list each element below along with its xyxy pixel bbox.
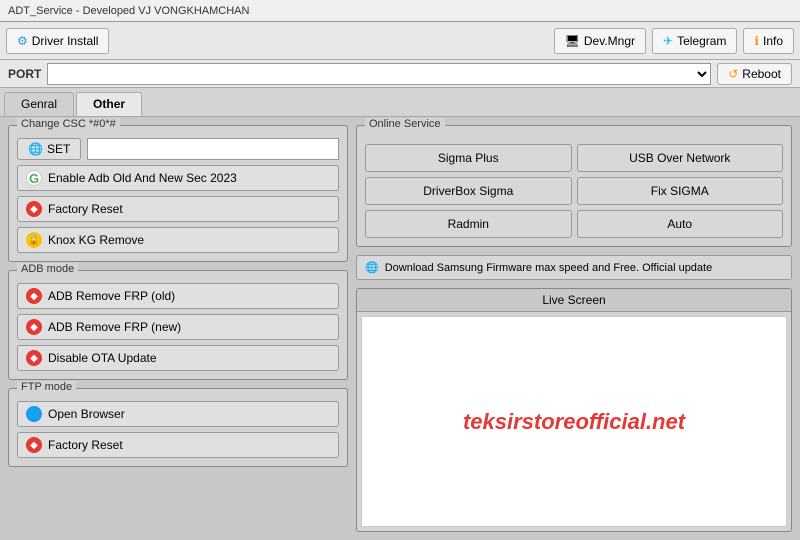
tab-other[interactable]: Other <box>76 92 142 116</box>
download-bar-text: Download Samsung Firmware max speed and … <box>385 262 713 274</box>
adb-remove-frp-old-button[interactable]: ◆ ADB Remove FRP (old) <box>17 283 339 309</box>
ftp-factory-reset-label: Factory Reset <box>48 438 123 452</box>
telegram-icon: ✈ <box>663 34 673 48</box>
ftp-section-title: FTP mode <box>17 381 76 393</box>
enable-adb-label: Enable Adb Old And New Sec 2023 <box>48 171 237 185</box>
adb-section-content: ◆ ADB Remove FRP (old) ◆ ADB Remove FRP … <box>17 283 339 371</box>
download-bar[interactable]: 🌐 Download Samsung Firmware max speed an… <box>356 255 792 280</box>
info-label: Info <box>763 34 783 48</box>
port-label: PORT <box>8 67 41 81</box>
csc-section-title: Change CSC *#0*# <box>17 118 120 130</box>
google-icon: G <box>26 170 42 186</box>
telegram-label: Telegram <box>677 34 726 48</box>
ftp-section: FTP mode 🌐 Open Browser ◆ Factory Reset <box>8 388 348 467</box>
reboot-icon: ↺ <box>728 67 738 81</box>
disable-ota-label: Disable OTA Update <box>48 351 157 365</box>
title-bar: ADT_Service - Developed VJ VONGKHAMCHAN <box>0 0 800 22</box>
tabs: Genral Other <box>0 88 800 117</box>
factory-reset-button[interactable]: ◆ Factory Reset <box>17 196 339 222</box>
driver-install-button[interactable]: ⚙ Driver Install <box>6 28 109 54</box>
driver-install-label: Driver Install <box>32 34 99 48</box>
frp-new-icon: ◆ <box>26 319 42 335</box>
title-text: ADT_Service - Developed VJ VONGKHAMCHAN <box>8 5 249 17</box>
download-globe-icon: 🌐 <box>365 261 379 274</box>
csc-section: Change CSC *#0*# 🌐 SET G Enable Adb Old … <box>8 125 348 262</box>
csc-input[interactable] <box>87 138 339 160</box>
left-panel: Change CSC *#0*# 🌐 SET G Enable Adb Old … <box>8 125 348 532</box>
sigma-plus-button[interactable]: Sigma Plus <box>365 144 572 172</box>
sigma-plus-label: Sigma Plus <box>438 151 499 165</box>
driverbox-sigma-label: DriverBox Sigma <box>423 184 513 198</box>
auto-button[interactable]: Auto <box>577 210 784 238</box>
live-screen-content: teksirstoreofficial.net <box>361 316 787 527</box>
live-screen-box: Live Screen teksirstoreofficial.net <box>356 288 792 532</box>
live-screen-title: Live Screen <box>357 289 791 312</box>
factory-reset-label: Factory Reset <box>48 202 123 216</box>
ftp-factory-reset-button[interactable]: ◆ Factory Reset <box>17 432 339 458</box>
radmin-button[interactable]: Radmin <box>365 210 572 238</box>
adb-section-title: ADB mode <box>17 263 78 275</box>
online-section-title: Online Service <box>365 118 445 130</box>
knox-remove-label: Knox KG Remove <box>48 233 144 247</box>
browser-icon: 🌐 <box>26 406 42 422</box>
csc-section-content: 🌐 SET G Enable Adb Old And New Sec 2023 … <box>17 138 339 253</box>
disable-ota-button[interactable]: ◆ Disable OTA Update <box>17 345 339 371</box>
frp-old-icon: ◆ <box>26 288 42 304</box>
adb-section: ADB mode ◆ ADB Remove FRP (old) ◆ ADB Re… <box>8 270 348 380</box>
reboot-button[interactable]: ↺ Reboot <box>717 63 792 85</box>
live-screen-watermark: teksirstoreofficial.net <box>463 409 685 435</box>
usb-over-network-label: USB Over Network <box>629 151 730 165</box>
usb-over-network-button[interactable]: USB Over Network <box>577 144 784 172</box>
toolbar: ⚙ Driver Install 🖥 Dev.Mngr ✈ Telegram ℹ… <box>0 22 800 60</box>
fix-sigma-label: Fix SIGMA <box>651 184 709 198</box>
globe-icon: 🌐 <box>28 142 43 156</box>
fix-sigma-button[interactable]: Fix SIGMA <box>577 177 784 205</box>
csc-set-label: SET <box>47 142 70 156</box>
driver-icon: ⚙ <box>17 34 28 48</box>
adb-remove-frp-new-label: ADB Remove FRP (new) <box>48 320 181 334</box>
adb-remove-frp-old-label: ADB Remove FRP (old) <box>48 289 175 303</box>
port-bar: PORT ↺ Reboot <box>0 60 800 88</box>
ftp-section-content: 🌐 Open Browser ◆ Factory Reset <box>17 401 339 458</box>
port-select[interactable] <box>47 63 711 85</box>
auto-label: Auto <box>667 217 692 231</box>
knox-remove-button[interactable]: 🔒 Knox KG Remove <box>17 227 339 253</box>
driverbox-sigma-button[interactable]: DriverBox Sigma <box>365 177 572 205</box>
online-section: Online Service Sigma Plus USB Over Netwo… <box>356 125 792 247</box>
main-content: Change CSC *#0*# 🌐 SET G Enable Adb Old … <box>0 117 800 540</box>
open-browser-button[interactable]: 🌐 Open Browser <box>17 401 339 427</box>
ftp-reset-icon: ◆ <box>26 437 42 453</box>
info-icon: ℹ <box>754 34 759 48</box>
factory-reset-icon: ◆ <box>26 201 42 217</box>
ota-icon: ◆ <box>26 350 42 366</box>
knox-icon: 🔒 <box>26 232 42 248</box>
adb-remove-frp-new-button[interactable]: ◆ ADB Remove FRP (new) <box>17 314 339 340</box>
right-panel: Online Service Sigma Plus USB Over Netwo… <box>356 125 792 532</box>
devmngr-icon: 🖥 <box>565 34 580 48</box>
dev-mngr-label: Dev.Mngr <box>584 34 635 48</box>
dev-mngr-button[interactable]: 🖥 Dev.Mngr <box>554 28 646 54</box>
telegram-button[interactable]: ✈ Telegram <box>652 28 737 54</box>
info-button[interactable]: ℹ Info <box>743 28 794 54</box>
radmin-label: Radmin <box>448 217 489 231</box>
online-grid: Sigma Plus USB Over Network DriverBox Si… <box>365 144 783 238</box>
reboot-label: Reboot <box>742 67 781 81</box>
tab-genral[interactable]: Genral <box>4 92 74 116</box>
csc-row: 🌐 SET <box>17 138 339 160</box>
csc-set-button[interactable]: 🌐 SET <box>17 138 81 160</box>
open-browser-label: Open Browser <box>48 407 125 421</box>
enable-adb-button[interactable]: G Enable Adb Old And New Sec 2023 <box>17 165 339 191</box>
